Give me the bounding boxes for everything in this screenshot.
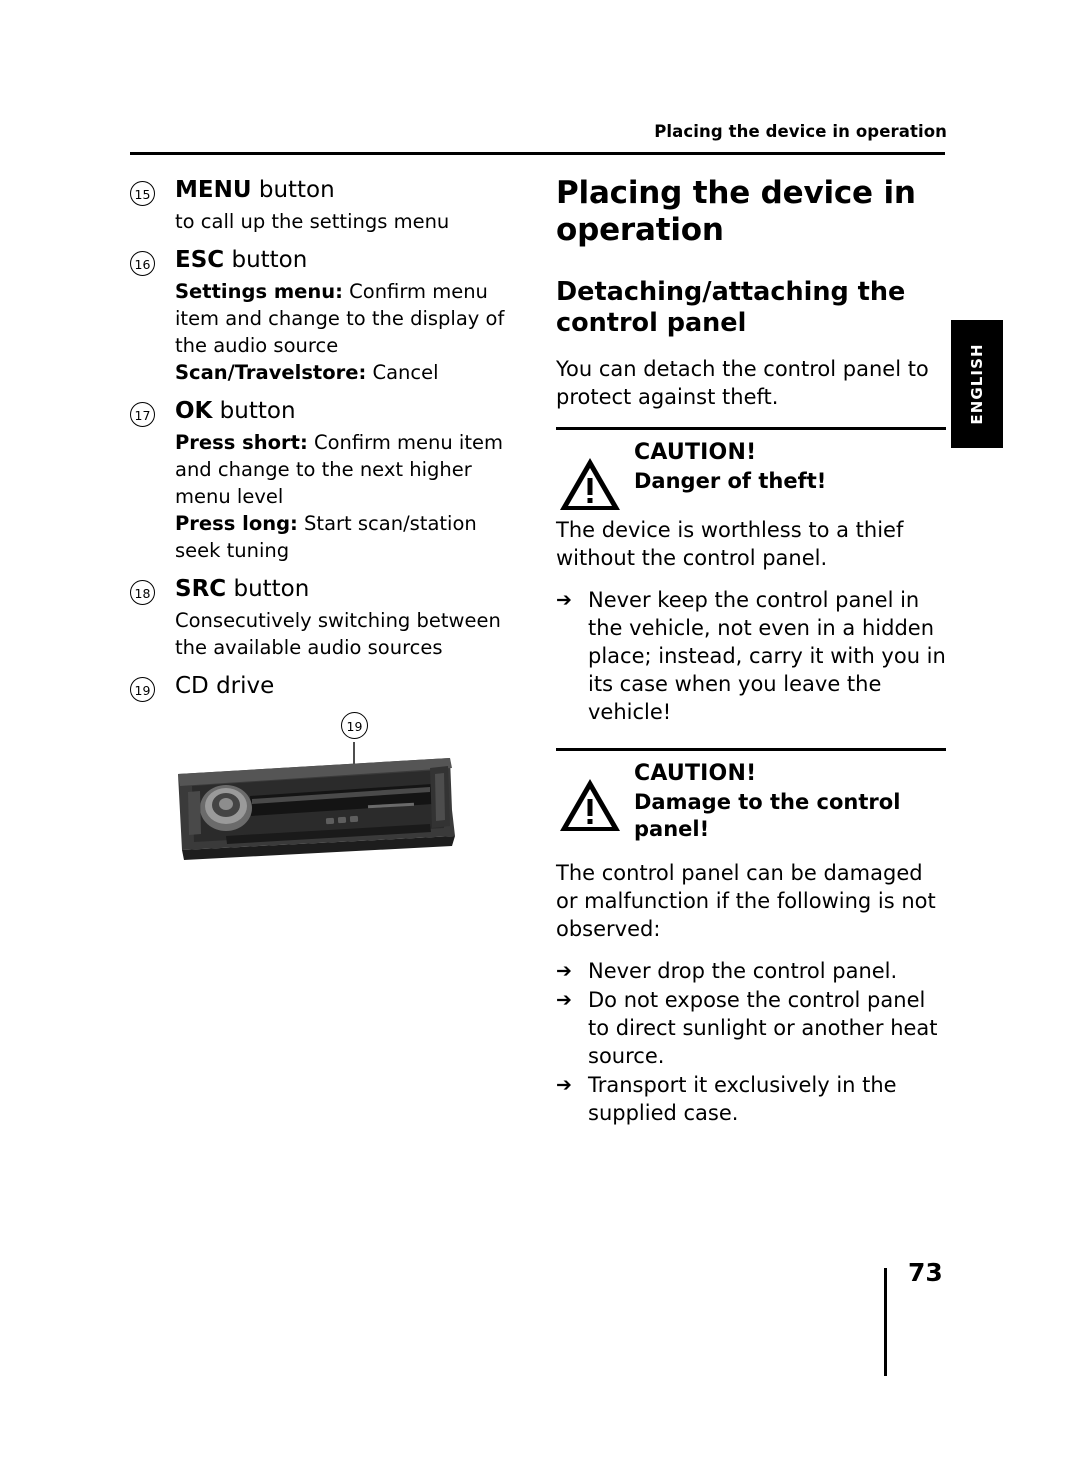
item-body-bold: Scan/Travelstore: [175, 361, 367, 384]
item-title-rest: button [226, 576, 310, 602]
item-body: Press short: Confirm menu item and chang… [130, 429, 520, 564]
item-body-text: Cancel [366, 361, 439, 384]
arrow-bullet-icon: ➔ [556, 589, 572, 611]
item-body-text: Consecutively switching between the avai… [175, 609, 501, 659]
item-title-bold: ESC [175, 247, 225, 273]
item-heading: 17 OK button [130, 396, 520, 427]
list-item: 18 SRC button Consecutively switching bet… [130, 574, 520, 661]
caution-body: The control panel can be damaged or malf… [556, 861, 936, 941]
item-title-bold: SRC [175, 576, 227, 602]
caution-block-damage: CAUTION! Damage to the control panel! [556, 761, 946, 843]
bullet-item: ➔ Never keep the control panel in the veh… [556, 586, 946, 726]
left-column: 15 MENU button to call up the settings me… [130, 175, 520, 704]
list-item: 15 MENU button to call up the settings me… [130, 175, 520, 235]
caution-title: CAUTION! [634, 761, 757, 786]
item-title-bold: MENU [175, 177, 252, 203]
item-body-bold: Press long: [175, 512, 298, 535]
bullet-item: ➔ Do not expose the control panel to dire… [556, 986, 946, 1070]
bullet-text: Never keep the control panel in the vehi… [588, 588, 946, 724]
bullet-item: ➔ Never drop the control panel. [556, 957, 946, 985]
caution-block-theft: CAUTION! Danger of theft! [556, 440, 946, 510]
right-column: Placing the device in operation Detachin… [556, 175, 946, 1128]
header-rule [130, 152, 945, 155]
item-body: to call up the settings menu [130, 208, 520, 235]
intro-paragraph: You can detach the control panel to prot… [556, 357, 929, 409]
caution-body: The device is worthless to a thief witho… [556, 518, 904, 570]
warning-triangle-icon [560, 779, 620, 831]
item-body: Settings menu: Confirm menu item and cha… [130, 278, 520, 386]
item-heading: 16 ESC button [130, 245, 520, 276]
bullet-text: Transport it exclusively in the supplied… [588, 1073, 897, 1125]
item-title-rest: CD drive [175, 673, 275, 699]
warning-triangle-icon [560, 458, 620, 510]
divider-rule [556, 427, 946, 430]
bullet-text: Do not expose the control panel to direc… [588, 988, 938, 1068]
cd-drive-illustration: 19 [130, 700, 530, 890]
callout-number: 15 [130, 181, 155, 206]
divider-rule [556, 748, 946, 751]
item-heading: 15 MENU button [130, 175, 520, 206]
item-heading: 19 CD drive [130, 671, 520, 702]
caution-subtitle: Damage to the control panel! [634, 790, 901, 841]
language-tab: ENGLISH [951, 320, 1003, 448]
arrow-bullet-icon: ➔ [556, 989, 572, 1011]
item-body-line: Press long: Start scan/station seek tuni… [175, 510, 520, 564]
list-item: 17 OK button Press short: Confirm menu it… [130, 396, 520, 564]
item-body-line: Settings menu: Confirm menu item and cha… [175, 278, 520, 359]
car-radio-device-drawing [178, 742, 455, 860]
item-body-line: to call up the settings menu [175, 208, 520, 235]
subsection-title: Detaching/attaching the control panel [556, 277, 906, 338]
item-body-line: Scan/Travelstore: Cancel [175, 359, 520, 386]
bullet-item: ➔ Transport it exclusively in the supplie… [556, 1071, 946, 1127]
item-title-rest: button [251, 177, 335, 203]
item-body-bold: Press short: [175, 431, 308, 454]
item-title-rest: button [212, 398, 296, 424]
arrow-bullet-icon: ➔ [556, 1074, 572, 1096]
caution-subtitle: Danger of theft! [634, 469, 827, 493]
running-head: Placing the device in operation [654, 122, 947, 141]
list-item: 16 ESC button Settings menu: Confirm menu… [130, 245, 520, 386]
page-title: Placing the device in operation [556, 175, 916, 248]
list-item: 19 CD drive [130, 671, 520, 702]
item-body-text: to call up the settings menu [175, 210, 450, 233]
language-tab-label: ENGLISH [968, 343, 986, 425]
page-number: 73 [908, 1258, 943, 1287]
item-body: Consecutively switching between the avai… [130, 607, 520, 661]
caution-title: CAUTION! [634, 440, 757, 465]
callout-number: 18 [130, 580, 155, 605]
footer-rule [884, 1268, 887, 1376]
item-body-line: Press short: Confirm menu item and chang… [175, 429, 520, 510]
callout-number: 19 [130, 677, 155, 702]
item-title-bold: OK [175, 398, 213, 424]
item-title-rest: button [224, 247, 308, 273]
arrow-bullet-icon: ➔ [556, 960, 572, 982]
bullet-text: Never drop the control panel. [588, 959, 898, 983]
callout-number: 17 [130, 402, 155, 427]
figure-callout-number: 19 [341, 712, 368, 739]
item-heading: 18 SRC button [130, 574, 520, 605]
callout-number: 16 [130, 251, 155, 276]
item-body-bold: Settings menu: [175, 280, 343, 303]
item-body-line: Consecutively switching between the avai… [175, 607, 520, 661]
document-page: Placing the device in operation ENGLISH … [0, 0, 1080, 1460]
